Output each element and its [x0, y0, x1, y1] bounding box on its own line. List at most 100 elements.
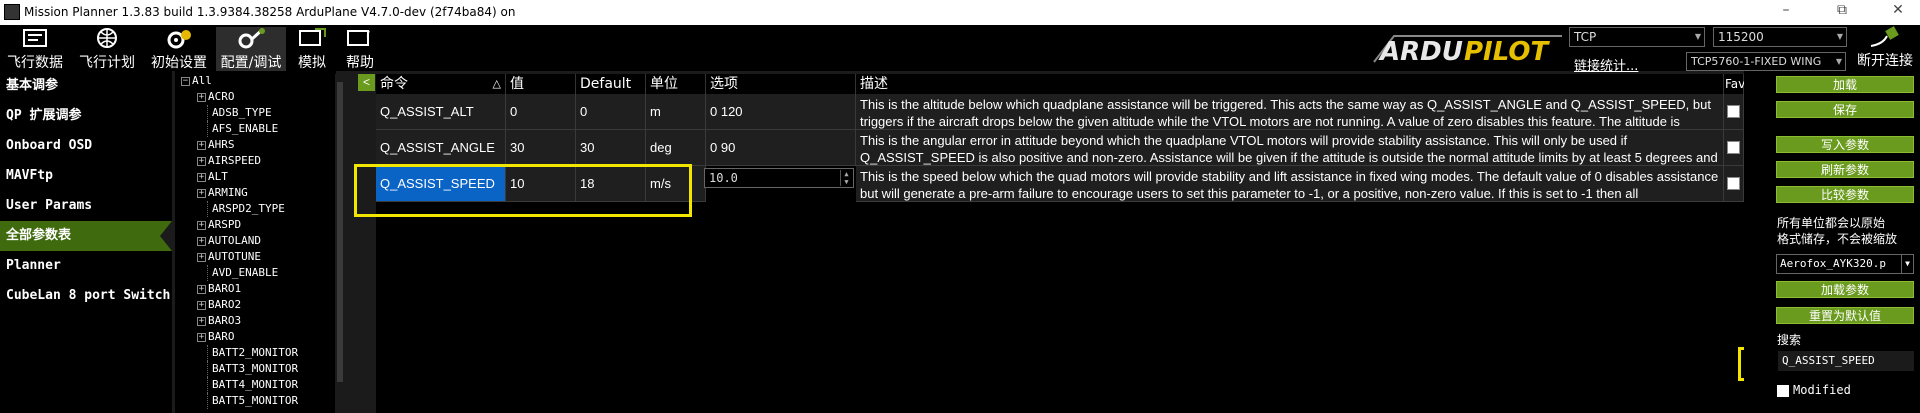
tree-node[interactable]: BATT2_MONITOR — [207, 345, 298, 361]
expand-icon[interactable]: + — [197, 172, 206, 182]
tree-node[interactable]: AFS_ENABLE — [207, 121, 278, 137]
expand-icon[interactable]: + — [197, 284, 206, 294]
column-header-command[interactable]: 命令 △ — [376, 74, 506, 94]
sidebar-item-full-parameter-list[interactable]: 全部参数表 — [0, 221, 172, 251]
toolbar-config-tuning-button[interactable]: 配置/调试 — [216, 27, 286, 71]
sidebar-item-qp-tuning[interactable]: QP 扩展调参 — [0, 101, 172, 131]
minimize-button[interactable]: – — [1770, 2, 1802, 22]
tree-node[interactable]: ARSPD2_TYPE — [207, 201, 285, 217]
tree-node[interactable]: + ARSPD — [197, 217, 241, 233]
expand-icon[interactable]: + — [197, 92, 206, 102]
save-button[interactable]: 保存 — [1776, 101, 1914, 118]
cell-value[interactable]: 30 — [506, 130, 576, 166]
spin-buttons[interactable]: ▲ ▼ — [840, 170, 852, 186]
cell-command[interactable]: Q_ASSIST_ANGLE — [376, 130, 506, 166]
sidebar-item-cubelan-switch[interactable]: CubeLan 8 port Switch — [0, 281, 172, 311]
help-icon: ? — [347, 29, 370, 46]
favorite-checkbox[interactable] — [1727, 177, 1740, 190]
scrollbar-thumb[interactable] — [337, 82, 343, 382]
toolbar-label: 帮助 — [346, 55, 374, 71]
favorite-checkbox[interactable] — [1727, 105, 1740, 118]
close-button[interactable]: ✕ — [1882, 2, 1914, 22]
compare-params-button[interactable]: 比较参数 — [1776, 186, 1914, 203]
tree-node[interactable]: + AIRSPEED — [197, 153, 261, 169]
collapse-tree-button[interactable]: < — [358, 74, 375, 91]
cell-value[interactable]: 0 — [506, 94, 576, 130]
svg-text:ARDU: ARDU — [1378, 37, 1463, 66]
expand-icon[interactable]: + — [197, 220, 206, 230]
chevron-down-icon: ▼ — [1836, 32, 1843, 41]
column-header-description[interactable]: 描述 — [856, 74, 1724, 94]
column-header-units[interactable]: 单位 — [646, 74, 706, 94]
tree-node[interactable]: + BARO — [197, 329, 235, 345]
sidebar-item-planner[interactable]: Planner — [0, 251, 172, 281]
tree-node[interactable]: BATT5_MONITOR — [207, 393, 298, 409]
main-toolbar: 飞行数据 飞行计划 初始设置 配置/调试 模拟 ? 帮助 ARDU PILOT … — [0, 25, 1920, 74]
expand-icon[interactable]: + — [197, 252, 206, 262]
tree-node[interactable]: + BARO1 — [197, 281, 241, 297]
expand-icon[interactable]: + — [197, 332, 206, 342]
toolbar-label: 模拟 — [298, 55, 326, 71]
expand-icon[interactable]: + — [197, 140, 206, 150]
sidebar-item-user-params[interactable]: User Params — [0, 191, 172, 221]
load-presaved-button[interactable]: 加载参数 — [1776, 281, 1914, 298]
expand-icon[interactable]: + — [197, 300, 206, 310]
write-params-button[interactable]: 写入参数 — [1776, 136, 1914, 153]
cell-default: 30 — [576, 130, 646, 166]
link-stats[interactable]: 链接统计... — [1574, 55, 1638, 74]
param-file-select[interactable]: Aerofox_AYK320.p ▼ — [1776, 254, 1914, 274]
toolbar-label: 配置/调试 — [220, 55, 282, 71]
tree-node[interactable]: + BARO3 — [197, 313, 241, 329]
tree-node[interactable]: + ACRO — [197, 89, 235, 105]
expand-icon[interactable]: + — [197, 156, 206, 166]
cell-value[interactable]: 10 — [506, 166, 576, 202]
sidebar-item-basic-tuning[interactable]: 基本调参 — [0, 71, 172, 101]
refresh-params-button[interactable]: 刷新参数 — [1776, 161, 1914, 178]
search-input[interactable]: Q_ASSIST_SPEED — [1778, 351, 1914, 371]
tree-node[interactable]: + AHRS — [197, 137, 235, 153]
tree-node-label: AIRSPEED — [208, 154, 261, 167]
value-edit-input[interactable]: 10.0 ▲ ▼ — [704, 168, 854, 188]
tree-node[interactable]: AVD_ENABLE — [207, 265, 278, 281]
checkbox-box[interactable] — [1777, 384, 1789, 397]
cell-command[interactable]: Q_ASSIST_ALT — [376, 94, 506, 130]
sort-ascending-icon: △ — [492, 77, 501, 90]
tree-node[interactable]: + AUTOLAND — [197, 233, 261, 249]
column-header-value[interactable]: 值 — [506, 74, 576, 94]
tree-node[interactable]: + ARMING — [197, 185, 248, 201]
expand-icon[interactable]: + — [197, 236, 206, 246]
sidebar-item-onboard-osd[interactable]: Onboard OSD — [0, 131, 172, 161]
toolbar-initial-setup-button[interactable]: 初始设置 — [146, 27, 212, 71]
column-header-options[interactable]: 选项 — [706, 74, 856, 94]
column-header-fav[interactable]: Fav — [1724, 74, 1745, 94]
tree-node[interactable]: + AUTOTUNE — [197, 249, 261, 265]
disconnect-button[interactable]: 断开连接 — [1851, 26, 1919, 70]
toolbar-flight-data-button[interactable]: 飞行数据 — [2, 27, 68, 71]
toolbar-flight-plan-button[interactable]: 飞行计划 — [74, 27, 140, 71]
toolbar-help-button[interactable]: ? 帮助 — [340, 27, 380, 71]
tree-node-label: BATT3_MONITOR — [212, 362, 299, 375]
toolbar-simulation-button[interactable]: 模拟 — [292, 27, 332, 71]
connection-type-select[interactable]: TCP ▼ — [1569, 27, 1705, 47]
tree-root-node[interactable]: − All — [181, 73, 212, 89]
favorite-checkbox[interactable] — [1727, 141, 1740, 154]
cell-command[interactable]: Q_ASSIST_SPEED — [376, 166, 506, 202]
maximize-button[interactable]: ⧉ — [1826, 2, 1858, 22]
collapse-icon[interactable]: − — [181, 76, 190, 86]
cell-fav — [1724, 130, 1744, 166]
modified-checkbox[interactable]: Modified — [1777, 383, 1851, 397]
expand-icon[interactable]: + — [197, 316, 206, 326]
load-button[interactable]: 加载 — [1776, 76, 1914, 93]
tree-node[interactable]: + ALT — [197, 169, 228, 185]
tree-node[interactable]: BATT4_MONITOR — [207, 377, 298, 393]
reset-default-button[interactable]: 重置为默认值 — [1776, 307, 1914, 324]
tree-node[interactable]: BATT3_MONITOR — [207, 361, 298, 377]
expand-icon[interactable]: + — [197, 188, 206, 198]
tree-scrollbar[interactable] — [335, 74, 345, 413]
tree-node[interactable]: + BARO2 — [197, 297, 241, 313]
port-select[interactable]: TCP5760-1-FIXED WING ▼ — [1686, 52, 1846, 71]
tree-node[interactable]: ADSB_TYPE — [207, 105, 272, 121]
sidebar-item-mavftp[interactable]: MAVFtp — [0, 161, 172, 191]
baud-rate-select[interactable]: 115200 ▼ — [1713, 27, 1847, 47]
column-header-default[interactable]: Default — [576, 74, 646, 94]
